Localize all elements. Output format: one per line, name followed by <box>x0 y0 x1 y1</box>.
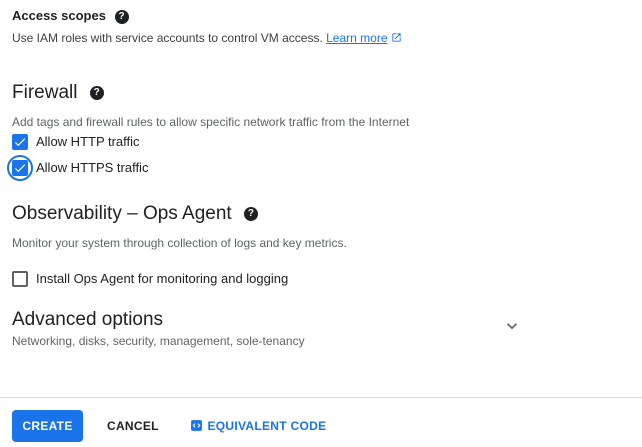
vm-create-form: Access scopes ? Use IAM roles with servi… <box>0 0 642 447</box>
learn-more-link[interactable]: Learn more <box>326 31 387 45</box>
firewall-description: Add tags and firewall rules to allow spe… <box>12 115 410 129</box>
equivalent-code-button[interactable]: EQUIVALENT CODE <box>190 410 326 442</box>
allow-https-label[interactable]: Allow HTTPS traffic <box>36 160 148 175</box>
equivalent-code-label: EQUIVALENT CODE <box>207 419 327 433</box>
chevron-down-icon[interactable] <box>502 316 522 336</box>
advanced-options-title[interactable]: Advanced options <box>12 309 163 331</box>
allow-http-label[interactable]: Allow HTTP traffic <box>36 134 140 149</box>
help-circle-icon[interactable]: ? <box>89 86 104 100</box>
help-circle-icon[interactable]: ? <box>114 9 129 24</box>
observability-description: Monitor your system through collection o… <box>12 236 347 250</box>
allow-https-checkbox[interactable] <box>12 160 28 176</box>
cancel-button[interactable]: CANCEL <box>107 410 159 442</box>
advanced-options-subtitle: Networking, disks, security, management,… <box>12 334 305 348</box>
access-scopes-description-row: Use IAM roles with service accounts to c… <box>12 31 402 45</box>
access-scopes-description: Use IAM roles with service accounts to c… <box>12 31 323 45</box>
allow-http-checkbox[interactable] <box>12 134 28 150</box>
firewall-heading: Firewall ? <box>12 82 104 104</box>
observability-title: Observability – Ops Agent <box>12 203 232 224</box>
checkmark-icon <box>14 164 26 173</box>
help-circle-icon[interactable]: ? <box>243 207 258 221</box>
code-icon <box>191 420 202 431</box>
ops-agent-label[interactable]: Install Ops Agent for monitoring and log… <box>36 271 288 286</box>
ops-agent-checkbox[interactable] <box>12 271 28 287</box>
footer-divider <box>0 397 642 398</box>
firewall-title: Firewall <box>12 82 78 103</box>
create-button[interactable]: CREATE <box>12 410 83 442</box>
access-scopes-heading: Access scopes ? <box>12 8 129 24</box>
observability-heading: Observability – Ops Agent ? <box>12 203 258 225</box>
open-in-new-icon[interactable] <box>391 32 402 43</box>
learn-more-label: Learn more <box>326 31 388 45</box>
checkmark-icon <box>14 138 26 147</box>
access-scopes-title: Access scopes <box>12 8 106 23</box>
